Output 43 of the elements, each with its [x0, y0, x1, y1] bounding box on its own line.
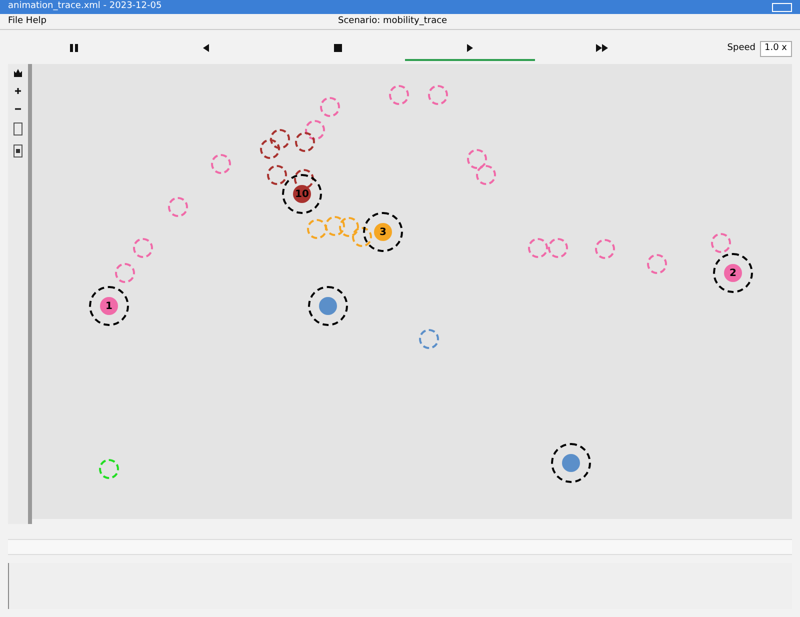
- node-marker[interactable]: [267, 165, 287, 185]
- node-marker[interactable]: [467, 149, 487, 169]
- menu-bar[interactable]: File Help: [8, 14, 338, 28]
- crown-icon[interactable]: [13, 68, 23, 78]
- node-marker[interactable]: [352, 227, 372, 247]
- node-marker[interactable]: [562, 454, 580, 472]
- node-marker[interactable]: [305, 120, 325, 140]
- node-marker[interactable]: [339, 217, 359, 237]
- speed-field[interactable]: 1.0 x: [760, 41, 792, 57]
- node-marker[interactable]: [133, 238, 153, 258]
- node-marker[interactable]: [476, 165, 496, 185]
- node-marker[interactable]: 1: [100, 297, 118, 315]
- node-marker[interactable]: [295, 132, 315, 152]
- node-marker[interactable]: [711, 233, 731, 253]
- node-marker[interactable]: [548, 238, 568, 258]
- node-marker[interactable]: [595, 239, 615, 259]
- node-marker[interactable]: [270, 129, 290, 149]
- stop-icon: [332, 43, 344, 53]
- node-marker[interactable]: [528, 238, 548, 258]
- window-controls-icon[interactable]: [772, 2, 792, 12]
- node-marker[interactable]: 3: [374, 223, 392, 241]
- square-icon[interactable]: [13, 144, 23, 158]
- node-marker[interactable]: [260, 139, 280, 159]
- node-marker[interactable]: 2: [724, 264, 742, 282]
- grid-icon[interactable]: [13, 122, 23, 136]
- pause-icon: [68, 43, 80, 53]
- zoom-in-icon[interactable]: [13, 86, 23, 96]
- node-marker[interactable]: [389, 85, 409, 105]
- node-marker[interactable]: [115, 263, 135, 283]
- node-marker[interactable]: [320, 97, 340, 117]
- node-marker[interactable]: [99, 459, 119, 479]
- node-marker[interactable]: [325, 216, 345, 236]
- window-title: animation_trace.xml - 2023-12-05: [8, 0, 162, 14]
- node-marker[interactable]: [647, 254, 667, 274]
- node-marker[interactable]: [419, 329, 439, 349]
- node-marker[interactable]: [211, 154, 231, 174]
- node-marker[interactable]: [307, 219, 327, 239]
- node-marker[interactable]: [319, 297, 337, 315]
- node-marker[interactable]: [428, 85, 448, 105]
- node-marker[interactable]: [168, 197, 188, 217]
- speed-label: Speed: [727, 42, 756, 56]
- scenario-label: Scenario: mobility_trace: [338, 14, 448, 28]
- fast-forward-icon: [595, 43, 609, 53]
